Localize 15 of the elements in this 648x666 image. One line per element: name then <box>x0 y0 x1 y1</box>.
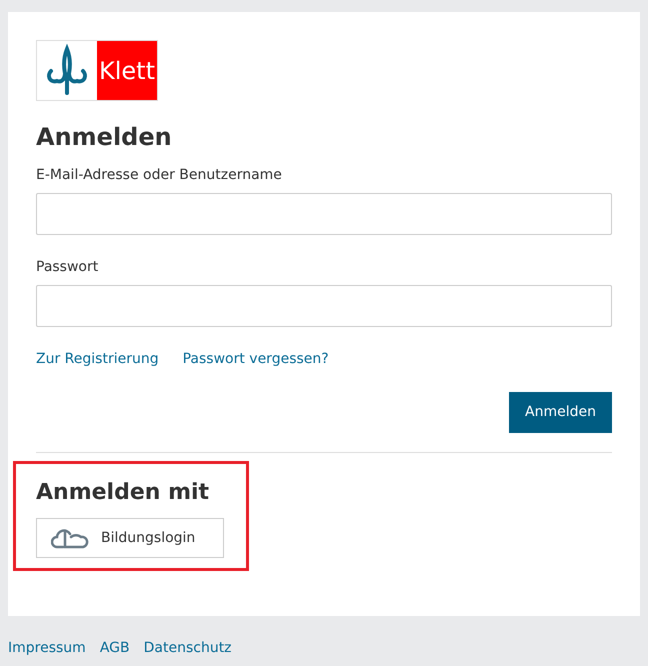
field-label: E-Mail-Adresse oder Benutzername <box>36 166 283 185</box>
login-button[interactable]: Anmelden <box>509 392 612 433</box>
bildungslogin-button[interactable]: Bildungslogin <box>36 518 224 558</box>
field-label: Passwort <box>36 258 100 277</box>
page-title: Anmelden <box>36 122 173 153</box>
input-field[interactable] <box>36 285 612 327</box>
footer-link[interactable]: Impressum <box>8 638 86 659</box>
cloud-icon <box>51 527 89 549</box>
logo-text: Klett <box>97 41 157 100</box>
text-link[interactable]: Passwort vergessen? <box>182 349 329 370</box>
input-field[interactable] <box>36 193 612 235</box>
footer-link[interactable]: AGB <box>100 638 130 659</box>
text-link[interactable]: Zur Registrierung <box>36 349 159 370</box>
footer-link[interactable]: Datenschutz <box>144 638 232 659</box>
section-title: Anmelden mit <box>36 479 210 507</box>
